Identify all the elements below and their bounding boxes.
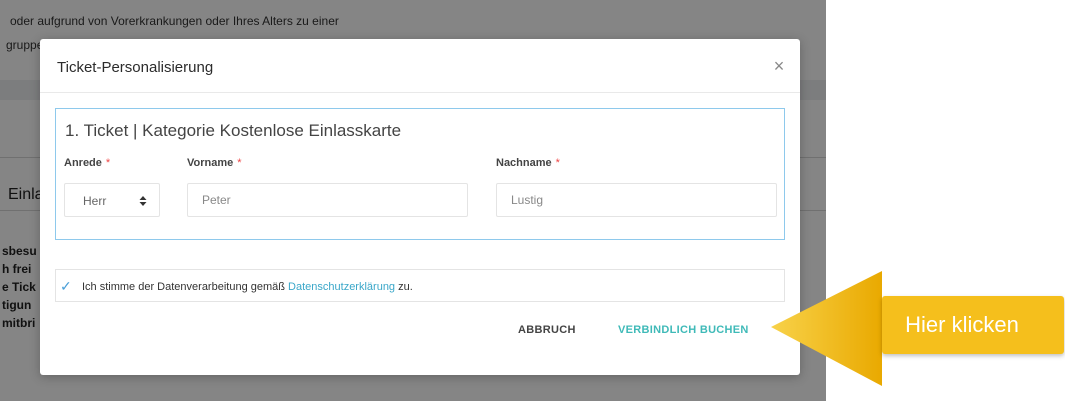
- hier-klicken-callout[interactable]: Hier klicken: [882, 296, 1064, 354]
- arrow-head: [771, 271, 882, 386]
- callout-label: Hier klicken: [905, 312, 1019, 337]
- stage: oder aufgrund von Vorerkrankungen oder I…: [0, 0, 1065, 401]
